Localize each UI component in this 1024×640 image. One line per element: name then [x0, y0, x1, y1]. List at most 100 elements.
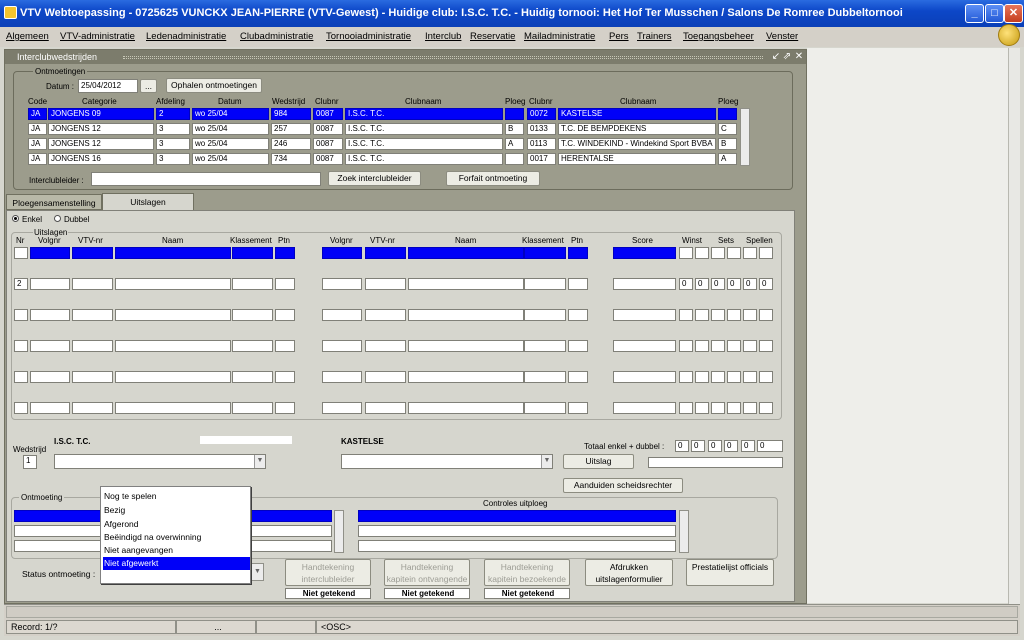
result-field[interactable]	[72, 278, 113, 290]
result-field[interactable]	[568, 309, 588, 321]
aanduiden-scheidsrechter-button[interactable]: Aanduiden scheidsrechter	[563, 478, 683, 493]
menu-clubadministratie[interactable]: Clubadministratie	[240, 31, 313, 42]
sign-bezoekende-button[interactable]: Handtekening kapitein bezoekende ploeg	[484, 559, 570, 596]
cell-categorie[interactable]: JONGENS 12	[48, 123, 154, 135]
result-field[interactable]	[322, 247, 362, 259]
cell-clubnaam-2[interactable]: KASTELSE	[558, 108, 716, 120]
result-field[interactable]	[72, 340, 113, 352]
cell-ploeg[interactable]	[505, 108, 524, 120]
result-field[interactable]	[408, 247, 524, 259]
menu-algemeen[interactable]: Algemeen	[6, 31, 49, 42]
result-field[interactable]	[115, 247, 231, 259]
right-player-select[interactable]	[341, 454, 553, 469]
result-field[interactable]	[72, 309, 113, 321]
result-field[interactable]	[408, 371, 524, 383]
cell-code[interactable]: JA	[28, 123, 47, 135]
result-nr[interactable]	[14, 340, 28, 352]
controles-row[interactable]	[358, 540, 676, 552]
result-count[interactable]	[711, 309, 725, 321]
result-field[interactable]	[30, 278, 70, 290]
tab-ploegensamenstelling[interactable]: Ploegensamenstelling	[6, 194, 102, 210]
result-field[interactable]	[613, 340, 676, 352]
cell-clubnaam[interactable]: I.S.C. T.C.	[345, 153, 503, 165]
cell-code[interactable]: JA	[28, 153, 47, 165]
result-field[interactable]	[568, 371, 588, 383]
zoek-interclubleider-button[interactable]: Zoek interclubleider	[328, 171, 421, 186]
menu-interclub[interactable]: Interclub	[425, 31, 461, 42]
menu-reservatie[interactable]: Reservatie	[470, 31, 515, 42]
controles-row[interactable]	[358, 525, 676, 537]
status-option[interactable]: Bezig	[103, 504, 250, 517]
result-field[interactable]	[365, 402, 406, 414]
cell-clubnr[interactable]: 0087	[313, 123, 343, 135]
result-count[interactable]: 0	[679, 278, 693, 290]
result-field[interactable]	[115, 309, 231, 321]
result-field[interactable]	[524, 402, 566, 414]
result-count[interactable]: 0	[679, 247, 693, 259]
ontmoeting-scrollbar[interactable]	[334, 510, 344, 553]
result-count[interactable]: 0	[727, 247, 741, 259]
result-nr[interactable]	[14, 402, 28, 414]
enkel-radio[interactable]	[12, 215, 19, 222]
menu-vtv-administratie[interactable]: VTV-administratie	[60, 31, 135, 42]
dubbel-radio[interactable]	[54, 215, 61, 222]
chevron-down-icon[interactable]: ▼	[254, 455, 265, 468]
result-count[interactable]	[679, 402, 693, 414]
result-count[interactable]	[727, 371, 741, 383]
result-count[interactable]	[727, 402, 741, 414]
result-field[interactable]	[408, 340, 524, 352]
cell-afdeling[interactable]: 3	[156, 123, 190, 135]
result-count[interactable]	[727, 340, 741, 352]
cell-categorie[interactable]: JONGENS 16	[48, 153, 154, 165]
result-field[interactable]	[30, 402, 70, 414]
menu-ledenadministratie[interactable]: Ledenadministratie	[146, 31, 226, 42]
menu-toegangsbeheer[interactable]: Toegangsbeheer	[683, 31, 754, 42]
tab-uitslagen[interactable]: Uitslagen	[102, 193, 194, 211]
status-dropdown[interactable]: Nog te spelen Bezig Afgerond Beëindigd n…	[100, 486, 251, 584]
result-nr[interactable]	[14, 371, 28, 383]
result-count[interactable]	[743, 340, 757, 352]
result-count[interactable]: 0	[727, 278, 741, 290]
cell-wedstrijd[interactable]: 257	[271, 123, 311, 135]
result-field[interactable]	[524, 247, 566, 259]
result-field[interactable]	[568, 402, 588, 414]
result-field[interactable]	[568, 278, 588, 290]
result-field[interactable]	[322, 309, 362, 321]
result-field[interactable]	[275, 309, 295, 321]
result-field[interactable]	[322, 402, 362, 414]
cell-datum[interactable]: wo 25/04	[192, 138, 269, 150]
result-count[interactable]: 0	[695, 247, 709, 259]
result-field[interactable]	[115, 402, 231, 414]
result-field[interactable]	[408, 402, 524, 414]
controles-scrollbar[interactable]	[679, 510, 689, 553]
uitslag-button[interactable]: Uitslag	[563, 454, 634, 469]
status-option-selected[interactable]: Niet afgewerkt	[103, 557, 250, 570]
result-field[interactable]	[322, 278, 362, 290]
left-player-select[interactable]	[54, 454, 266, 469]
cell-categorie[interactable]: JONGENS 09	[48, 108, 154, 120]
restore-form-icon[interactable]: ⇗	[782, 52, 792, 62]
minimize-button[interactable]: _	[965, 4, 984, 23]
forfait-button[interactable]: Forfait ontmoeting	[446, 171, 540, 186]
result-count[interactable]	[679, 340, 693, 352]
cell-clubnaam[interactable]: I.S.C. T.C.	[345, 108, 503, 120]
cell-datum[interactable]: wo 25/04	[192, 108, 269, 120]
cell-ploeg[interactable]	[505, 153, 524, 165]
sign-interclubleider-button[interactable]: Handtekening interclubleider	[285, 559, 371, 586]
result-field[interactable]	[365, 371, 406, 383]
result-count[interactable]	[743, 309, 757, 321]
result-nr[interactable]: 1	[14, 247, 28, 259]
interclubleider-input[interactable]	[91, 172, 321, 186]
result-field[interactable]	[232, 247, 273, 259]
cell-afdeling[interactable]: 3	[156, 153, 190, 165]
sign-ontvangende-button[interactable]: Handtekening kapitein ontvangende ploeg	[384, 559, 470, 596]
result-count[interactable]: 0	[759, 278, 773, 290]
result-field[interactable]	[322, 371, 362, 383]
close-button[interactable]: ✕	[1004, 4, 1023, 23]
cell-datum[interactable]: wo 25/04	[192, 123, 269, 135]
result-nr[interactable]	[14, 309, 28, 321]
cell-clubnr[interactable]: 0087	[313, 108, 343, 120]
result-count[interactable]: 0	[743, 278, 757, 290]
cell-clubnaam-2[interactable]: T.C. DE BEMPDEKENS	[558, 123, 716, 135]
cell-clubnr[interactable]: 0087	[313, 138, 343, 150]
